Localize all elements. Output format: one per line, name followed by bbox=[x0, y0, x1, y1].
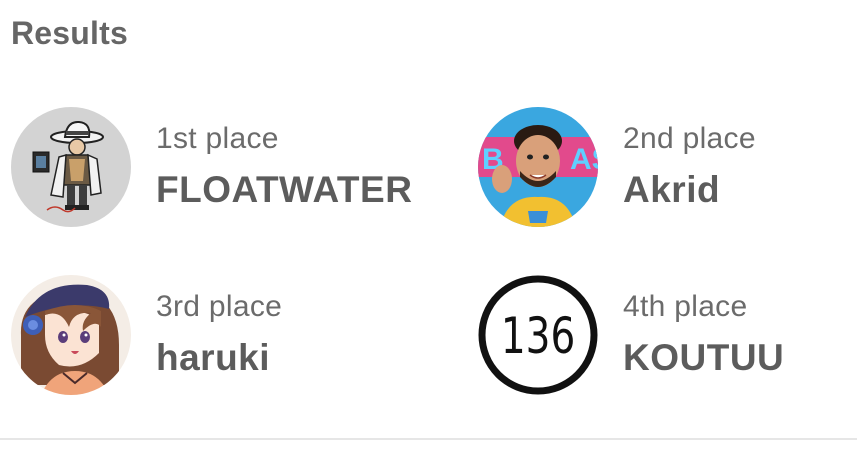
place-label: 4th place bbox=[623, 290, 748, 323]
result-card-3rd[interactable]: 3rd place haruki bbox=[11, 270, 411, 400]
place-label: 2nd place bbox=[623, 122, 756, 155]
place-label: 3rd place bbox=[156, 290, 283, 323]
result-text-3rd: 3rd place haruki bbox=[156, 287, 282, 383]
results-panel: Results 1st place FLOATWATER B A 2nd pla… bbox=[0, 0, 857, 464]
svg-text:AS: AS bbox=[570, 143, 598, 176]
number-136-avatar-icon[interactable]: 136 bbox=[478, 275, 598, 395]
cartoon-gunslinger-avatar-icon[interactable] bbox=[11, 107, 131, 227]
bottom-divider bbox=[0, 438, 857, 440]
player-name[interactable]: haruki bbox=[156, 333, 282, 383]
result-text-2nd: 2nd place Akrid bbox=[623, 119, 756, 215]
person-photo-avatar-icon[interactable]: B AS bbox=[478, 107, 598, 227]
anime-girl-avatar-icon[interactable] bbox=[11, 275, 131, 395]
avatar-number-text: 136 bbox=[501, 306, 575, 365]
results-title: Results bbox=[11, 15, 128, 51]
result-card-2nd[interactable]: B AS 2nd place Akrid bbox=[478, 102, 857, 232]
place-label: 1st place bbox=[156, 122, 279, 155]
player-name[interactable]: KOUTUU bbox=[623, 333, 784, 383]
result-text-4th: 4th place KOUTUU bbox=[623, 287, 784, 383]
player-name[interactable]: Akrid bbox=[623, 165, 756, 215]
result-text-1st: 1st place FLOATWATER bbox=[156, 119, 412, 215]
player-name[interactable]: FLOATWATER bbox=[156, 165, 412, 215]
result-card-4th[interactable]: 136 4th place KOUTUU bbox=[478, 270, 857, 400]
result-card-1st[interactable]: 1st place FLOATWATER bbox=[11, 102, 412, 232]
